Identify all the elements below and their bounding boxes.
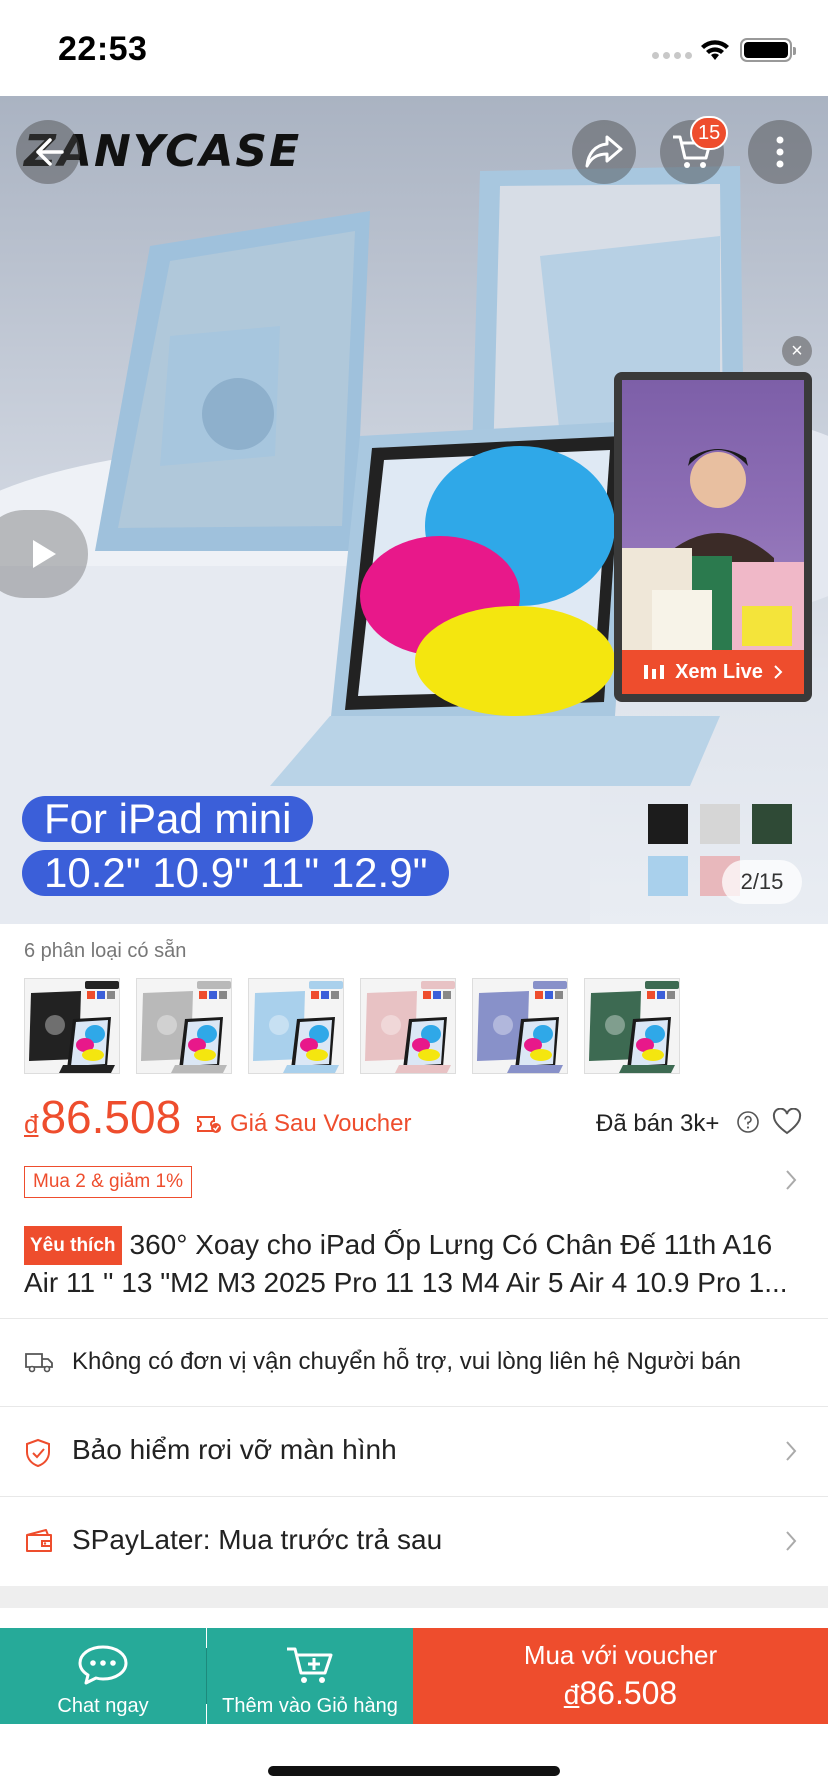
voucher-price-label[interactable]: Giá Sau Voucher [196, 1110, 411, 1138]
wifi-icon [701, 40, 729, 60]
chat-icon [78, 1645, 128, 1685]
watch-live-button[interactable]: Xem Live [622, 650, 804, 694]
status-time: 22:53 [58, 30, 148, 68]
share-icon [585, 135, 623, 168]
variant-count-label: 6 phân loại có sẵn [24, 940, 187, 962]
insurance-label: Bảo hiểm rơi vỡ màn hình [72, 1434, 397, 1465]
back-button[interactable] [16, 120, 80, 184]
heart-icon[interactable] [772, 1108, 802, 1136]
add-to-cart-label: Thêm vào Giỏ hàng [222, 1695, 398, 1717]
voucher-icon [197, 1116, 221, 1133]
variant-thumbnail[interactable] [584, 978, 680, 1074]
signal-icon [652, 52, 692, 59]
price: đ 86.508 [24, 1090, 181, 1144]
chevron-right-icon [774, 665, 783, 679]
variant-thumbnail[interactable] [248, 978, 344, 1074]
live-video-thumbnail [622, 380, 804, 658]
price-currency: đ [24, 1109, 39, 1139]
live-stream-preview[interactable]: Xem Live [614, 372, 812, 702]
promo-pill-model: For iPad mini [22, 795, 314, 842]
variant-illustration [137, 979, 231, 1073]
help-icon[interactable] [736, 1110, 760, 1134]
buy-with-voucher-price: đ86.508 [564, 1675, 677, 1712]
play-icon [33, 540, 56, 568]
promo-pill-sizes: 10.2" 10.9" 11" 12.9" [22, 849, 450, 896]
shield-check-icon [26, 1438, 50, 1468]
variant-list [24, 978, 680, 1074]
arrow-left-icon [36, 138, 64, 166]
add-cart-icon [287, 1647, 333, 1683]
watch-live-label: Xem Live [675, 660, 763, 683]
variant-illustration [25, 979, 119, 1073]
bottom-action-bar: Chat ngay Thêm vào Giỏ hàng Mua với vouc… [0, 1628, 828, 1724]
variant-thumbnail[interactable] [472, 978, 568, 1074]
live-bars-icon [644, 665, 665, 679]
image-counter: 2/15 [722, 860, 802, 904]
spaylater-label: SPayLater: Mua trước trả sau [72, 1524, 443, 1555]
variant-thumbnail[interactable] [136, 978, 232, 1074]
status-bar: 22:53 [0, 0, 828, 96]
chat-button[interactable]: Chat ngay [0, 1628, 206, 1724]
chevron-right-icon [786, 1531, 797, 1551]
color-swatch [752, 804, 792, 844]
variant-illustration [473, 979, 567, 1073]
favorite-badge: Yêu thích [24, 1226, 122, 1265]
more-vertical-icon [776, 136, 784, 168]
buy-price-currency: đ [563, 1679, 580, 1710]
add-to-cart-button[interactable]: Thêm vào Giỏ hàng [207, 1628, 413, 1724]
price-amount: 86.508 [40, 1091, 182, 1143]
battery-icon [740, 38, 796, 62]
more-button[interactable] [748, 120, 812, 184]
color-swatch [700, 804, 740, 844]
product-title: Yêu thích 360° Xoay cho iPad Ốp Lưng Có C… [24, 1226, 804, 1300]
spaylater-row[interactable]: SPayLater: Mua trước trả sau [0, 1496, 828, 1586]
buy-with-voucher-button[interactable]: Mua với voucher đ86.508 [413, 1628, 828, 1724]
buy-with-voucher-label: Mua với voucher [523, 1640, 718, 1670]
truck-icon [25, 1353, 53, 1373]
insurance-row[interactable]: Bảo hiểm rơi vỡ màn hình [0, 1406, 828, 1496]
chat-label: Chat ngay [57, 1695, 149, 1717]
shipping-row: Không có đơn vị vận chuyển hỗ trợ, vui l… [0, 1318, 828, 1406]
home-indicator [268, 1766, 560, 1776]
wallet-icon [26, 1529, 52, 1552]
share-button[interactable] [572, 120, 636, 184]
product-title-text: 360° Xoay cho iPad Ốp Lưng Có Chân Đế 11… [24, 1229, 788, 1298]
sold-count: Đã bán 3k+ [596, 1110, 720, 1137]
close-live-button[interactable]: × [782, 336, 812, 366]
section-separator [0, 1586, 828, 1608]
variant-thumbnail[interactable] [360, 978, 456, 1074]
bundle-deal-tag[interactable]: Mua 2 & giảm 1% [24, 1166, 192, 1198]
product-image-gallery[interactable]: ZANYCASE 15 × Xem Live For iPad mini 10.… [0, 96, 828, 924]
play-video-button[interactable] [0, 510, 88, 598]
buy-price-amount: 86.508 [579, 1675, 678, 1711]
chevron-right-icon[interactable] [784, 1168, 798, 1192]
color-swatch [648, 804, 688, 844]
variant-illustration [361, 979, 455, 1073]
variant-illustration [585, 979, 679, 1073]
color-swatch [648, 856, 688, 896]
variant-thumbnail[interactable] [24, 978, 120, 1074]
chevron-right-icon [786, 1441, 797, 1461]
voucher-price-text: Giá Sau Voucher [230, 1110, 412, 1137]
variant-illustration [249, 979, 343, 1073]
shipping-notice: Không có đơn vị vận chuyển hỗ trợ, vui l… [72, 1348, 742, 1375]
cart-count-badge: 15 [690, 116, 729, 150]
